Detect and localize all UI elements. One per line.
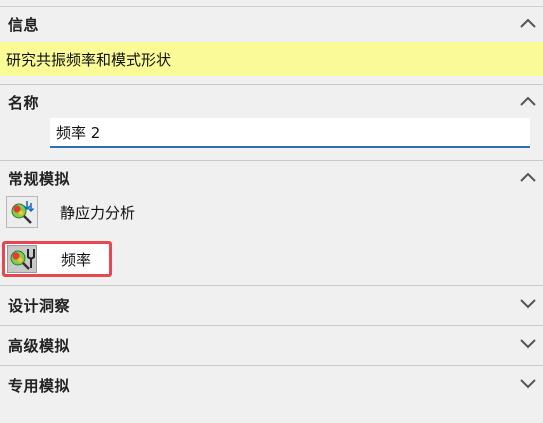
section-design-insight: 设计洞察: [0, 285, 543, 325]
section-name: 名称: [0, 84, 543, 160]
frequency-icon: [7, 245, 37, 273]
section-info: 信息 研究共振频率和模式形状: [0, 6, 543, 84]
section-special-simulation: 专用模拟: [0, 365, 543, 405]
sim-option-frequency[interactable]: 频率: [2, 241, 112, 277]
section-design-title: 设计洞察: [8, 296, 71, 315]
section-name-header[interactable]: 名称: [0, 85, 543, 120]
section-advanced-title: 高级模拟: [8, 336, 71, 355]
section-general-header[interactable]: 常规模拟: [0, 161, 543, 196]
sim-option-static-label: 静应力分析: [60, 203, 136, 222]
sim-option-static[interactable]: 静应力分析: [6, 196, 135, 228]
section-advanced-simulation: 高级模拟: [0, 325, 543, 365]
section-general-simulation: 常规模拟 静应力分析 频率: [0, 160, 543, 285]
section-info-title: 信息: [8, 15, 40, 34]
chevron-down-icon[interactable]: [519, 378, 537, 392]
chevron-down-icon[interactable]: [519, 298, 537, 312]
section-design-header[interactable]: 设计洞察: [0, 286, 543, 324]
chevron-down-icon[interactable]: [519, 338, 537, 352]
sim-option-frequency-label: 频率: [61, 250, 92, 269]
chevron-up-icon[interactable]: [519, 17, 537, 31]
study-name-input[interactable]: [50, 118, 530, 148]
chevron-up-icon[interactable]: [519, 171, 537, 185]
section-advanced-header[interactable]: 高级模拟: [0, 326, 543, 364]
section-info-header[interactable]: 信息: [0, 7, 543, 41]
static-stress-icon: [6, 196, 38, 228]
section-special-title: 专用模拟: [8, 376, 71, 395]
info-description: 研究共振频率和模式形状: [0, 42, 543, 76]
section-name-title: 名称: [8, 94, 40, 112]
section-special-header[interactable]: 专用模拟: [0, 366, 543, 404]
chevron-up-icon[interactable]: [519, 95, 537, 109]
section-general-title: 常规模拟: [8, 170, 71, 188]
study-panel: 信息 研究共振频率和模式形状 名称 常规模拟: [0, 6, 543, 423]
